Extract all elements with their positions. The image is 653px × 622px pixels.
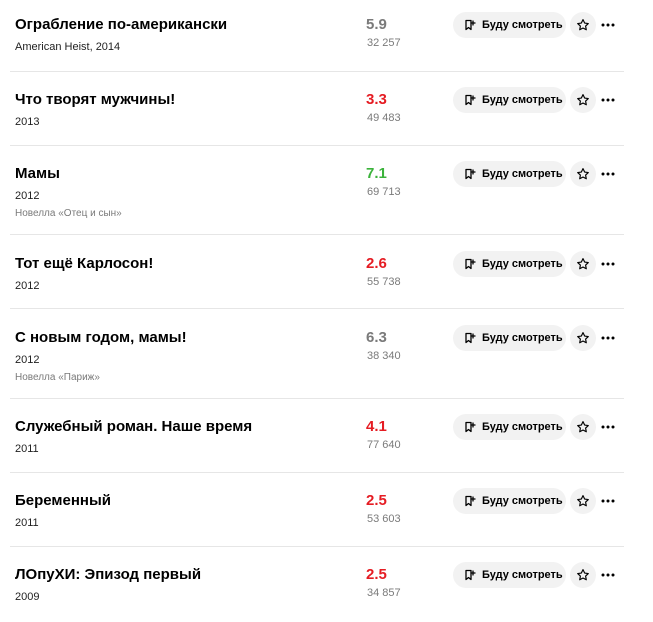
film-rating: 5.9 <box>366 16 387 33</box>
star-outline-icon <box>576 568 590 582</box>
bookmark-plus-icon <box>464 258 476 270</box>
film-meta: 2011 <box>15 443 39 455</box>
watch-later-button[interactable]: Буду смотреть <box>453 251 566 277</box>
film-votes: 32 257 <box>367 37 401 49</box>
more-options-button[interactable] <box>598 12 618 38</box>
film-meta: 2012 <box>15 354 40 366</box>
film-title-link[interactable]: С новым годом, мамы! <box>15 329 187 347</box>
film-meta: 2011 <box>15 517 39 529</box>
row-divider <box>10 398 624 399</box>
row-divider <box>10 472 624 473</box>
bookmark-plus-icon <box>464 421 476 433</box>
rate-star-button[interactable] <box>570 414 596 440</box>
rate-star-button[interactable] <box>570 251 596 277</box>
film-rating: 2.6 <box>366 255 387 272</box>
watch-later-button[interactable]: Буду смотреть <box>453 414 566 440</box>
film-rating: 4.1 <box>366 418 387 435</box>
film-votes: 34 857 <box>367 587 401 599</box>
star-outline-icon <box>576 494 590 508</box>
row-divider <box>10 71 624 72</box>
watch-later-button[interactable]: Буду смотреть <box>453 161 566 187</box>
row-divider <box>10 546 624 547</box>
watch-later-label: Буду смотреть <box>482 19 563 31</box>
row-divider <box>10 234 624 235</box>
film-title-link[interactable]: Служебный роман. Наше время <box>15 418 252 436</box>
film-title-link[interactable]: ЛОпуХИ: Эпизод первый <box>15 566 201 584</box>
star-outline-icon <box>576 93 590 107</box>
film-votes: 69 713 <box>367 186 401 198</box>
rate-star-button[interactable] <box>570 12 596 38</box>
more-horizontal-icon <box>601 573 615 577</box>
film-title-link[interactable]: Беременный <box>15 492 111 510</box>
watch-later-button[interactable]: Буду смотреть <box>453 562 566 588</box>
more-options-button[interactable] <box>598 251 618 277</box>
row-divider <box>10 308 624 309</box>
watch-later-label: Буду смотреть <box>482 569 563 581</box>
film-votes: 77 640 <box>367 439 401 451</box>
bookmark-plus-icon <box>464 495 476 507</box>
watch-later-button[interactable]: Буду смотреть <box>453 87 566 113</box>
watch-later-button[interactable]: Буду смотреть <box>453 488 566 514</box>
film-note: Новелла «Париж» <box>15 372 100 383</box>
more-horizontal-icon <box>601 23 615 27</box>
watch-later-label: Буду смотреть <box>482 495 563 507</box>
watch-later-label: Буду смотреть <box>482 168 563 180</box>
bookmark-plus-icon <box>464 569 476 581</box>
more-options-button[interactable] <box>598 87 618 113</box>
film-title-link[interactable]: Ограбление по-американски <box>15 16 227 34</box>
more-options-button[interactable] <box>598 161 618 187</box>
more-horizontal-icon <box>601 98 615 102</box>
watch-later-label: Буду смотреть <box>482 258 563 270</box>
star-outline-icon <box>576 420 590 434</box>
watch-later-button[interactable]: Буду смотреть <box>453 325 566 351</box>
film-rating: 6.3 <box>366 329 387 346</box>
rate-star-button[interactable] <box>570 87 596 113</box>
film-votes: 53 603 <box>367 513 401 525</box>
more-options-button[interactable] <box>598 325 618 351</box>
more-options-button[interactable] <box>598 414 618 440</box>
rate-star-button[interactable] <box>570 161 596 187</box>
film-meta: 2013 <box>15 116 40 128</box>
film-rating: 3.3 <box>366 91 387 108</box>
film-title-link[interactable]: Тот ещё Карлосон! <box>15 255 153 273</box>
watch-later-label: Буду смотреть <box>482 332 563 344</box>
star-outline-icon <box>576 257 590 271</box>
rate-star-button[interactable] <box>570 562 596 588</box>
bookmark-plus-icon <box>464 332 476 344</box>
bookmark-plus-icon <box>464 94 476 106</box>
film-meta: 2012 <box>15 190 40 202</box>
watch-later-label: Буду смотреть <box>482 421 563 433</box>
star-outline-icon <box>576 331 590 345</box>
film-votes: 55 738 <box>367 276 401 288</box>
bookmark-plus-icon <box>464 168 476 180</box>
film-rating: 7.1 <box>366 165 387 182</box>
more-horizontal-icon <box>601 172 615 176</box>
watch-later-label: Буду смотреть <box>482 94 563 106</box>
bookmark-plus-icon <box>464 19 476 31</box>
more-horizontal-icon <box>601 336 615 340</box>
film-meta: American Heist, 2014 <box>15 41 121 53</box>
star-outline-icon <box>576 167 590 181</box>
film-votes: 38 340 <box>367 350 401 362</box>
film-rating: 2.5 <box>366 566 387 583</box>
film-title-link[interactable]: Мамы <box>15 165 60 183</box>
more-options-button[interactable] <box>598 562 618 588</box>
film-note: Новелла «Отец и сын» <box>15 208 122 219</box>
film-meta: 2012 <box>15 280 40 292</box>
watch-later-button[interactable]: Буду смотреть <box>453 12 566 38</box>
more-horizontal-icon <box>601 262 615 266</box>
more-horizontal-icon <box>601 499 615 503</box>
more-horizontal-icon <box>601 425 615 429</box>
rate-star-button[interactable] <box>570 488 596 514</box>
film-votes: 49 483 <box>367 112 401 124</box>
star-outline-icon <box>576 18 590 32</box>
film-meta: 2009 <box>15 591 40 603</box>
rate-star-button[interactable] <box>570 325 596 351</box>
film-rating: 2.5 <box>366 492 387 509</box>
more-options-button[interactable] <box>598 488 618 514</box>
film-title-link[interactable]: Что творят мужчины! <box>15 91 175 109</box>
row-divider <box>10 145 624 146</box>
